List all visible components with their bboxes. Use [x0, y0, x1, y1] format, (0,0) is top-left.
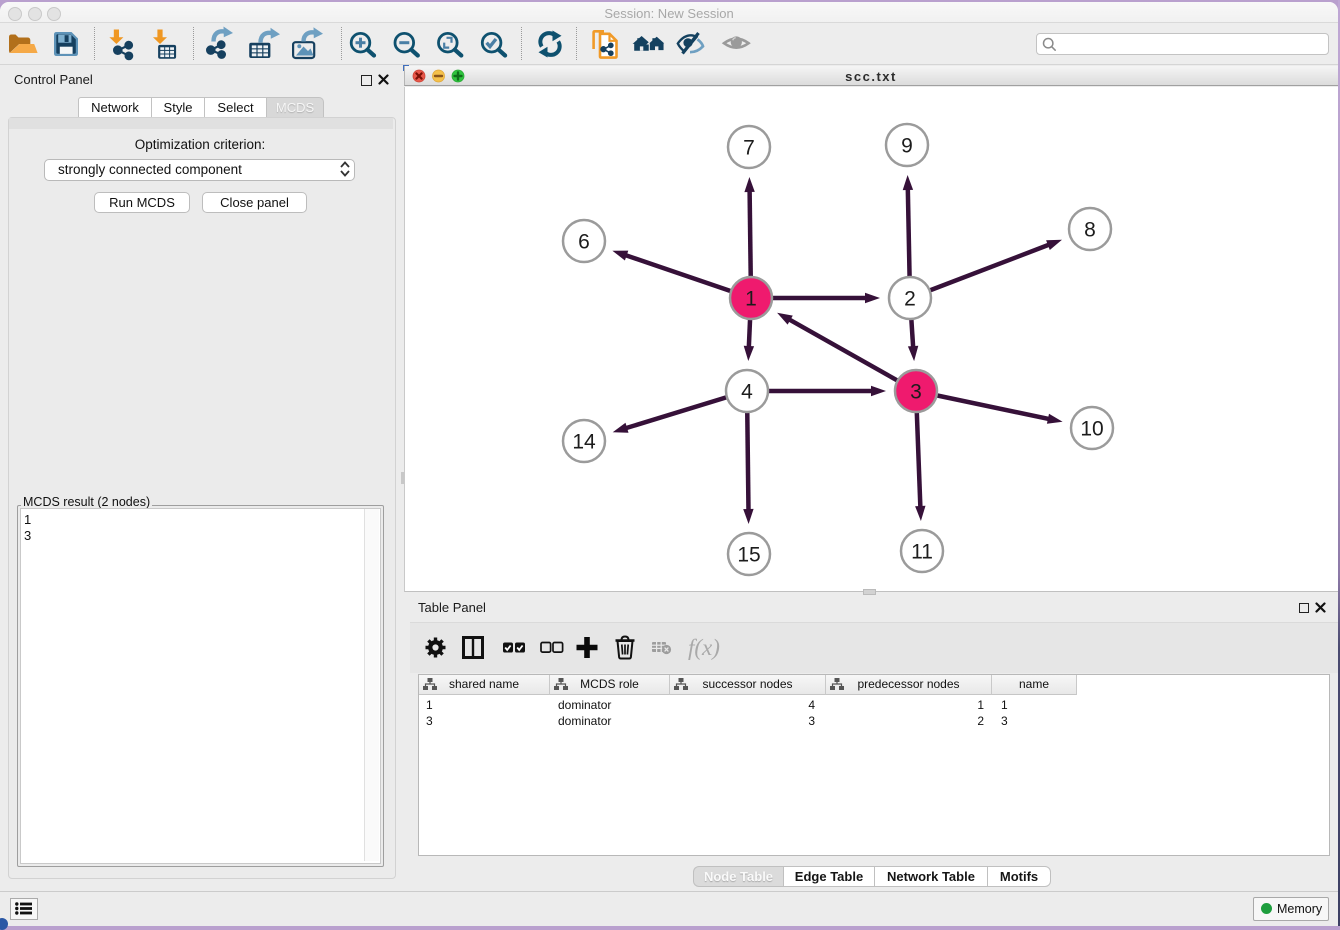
svg-text:14: 14: [572, 431, 596, 454]
svg-text:6: 6: [578, 231, 590, 254]
svg-text:1: 1: [745, 288, 757, 311]
svg-text:3: 3: [910, 381, 922, 404]
svg-text:11: 11: [911, 541, 933, 564]
svg-text:10: 10: [1080, 418, 1103, 441]
svg-text:8: 8: [1084, 219, 1096, 242]
svg-text:f(x): f(x): [688, 635, 720, 660]
svg-text:4: 4: [741, 381, 753, 404]
svg-text:7: 7: [743, 137, 755, 160]
svg-text:15: 15: [737, 544, 760, 567]
svg-text:2: 2: [904, 288, 916, 311]
svg-text:9: 9: [901, 135, 913, 158]
